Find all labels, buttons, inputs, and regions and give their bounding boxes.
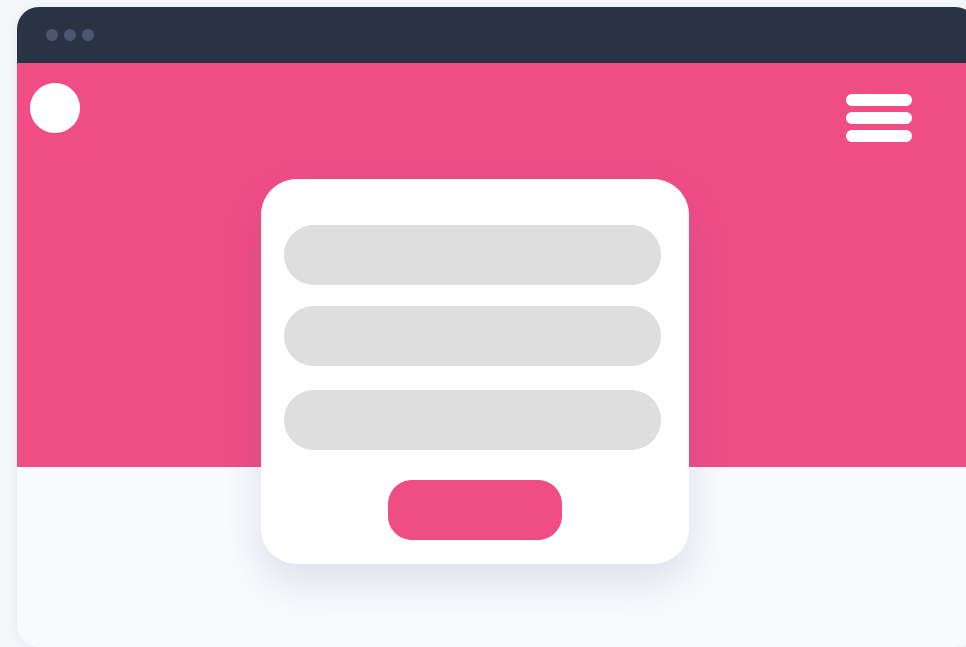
- form-field-1[interactable]: [284, 225, 661, 285]
- circle-logo-icon[interactable]: [30, 83, 80, 133]
- window-control-dot[interactable]: [46, 29, 58, 41]
- submit-button[interactable]: [388, 480, 562, 540]
- menu-bar-line: [846, 94, 912, 106]
- menu-bar-line: [846, 130, 912, 142]
- hamburger-menu-icon[interactable]: [846, 94, 912, 144]
- form-card: [261, 179, 689, 564]
- form-field-2[interactable]: [284, 306, 661, 366]
- menu-bar-line: [846, 112, 912, 124]
- form-field-3[interactable]: [284, 390, 661, 450]
- title-bar: [17, 7, 966, 63]
- window-control-dot[interactable]: [82, 29, 94, 41]
- window-control-dot[interactable]: [64, 29, 76, 41]
